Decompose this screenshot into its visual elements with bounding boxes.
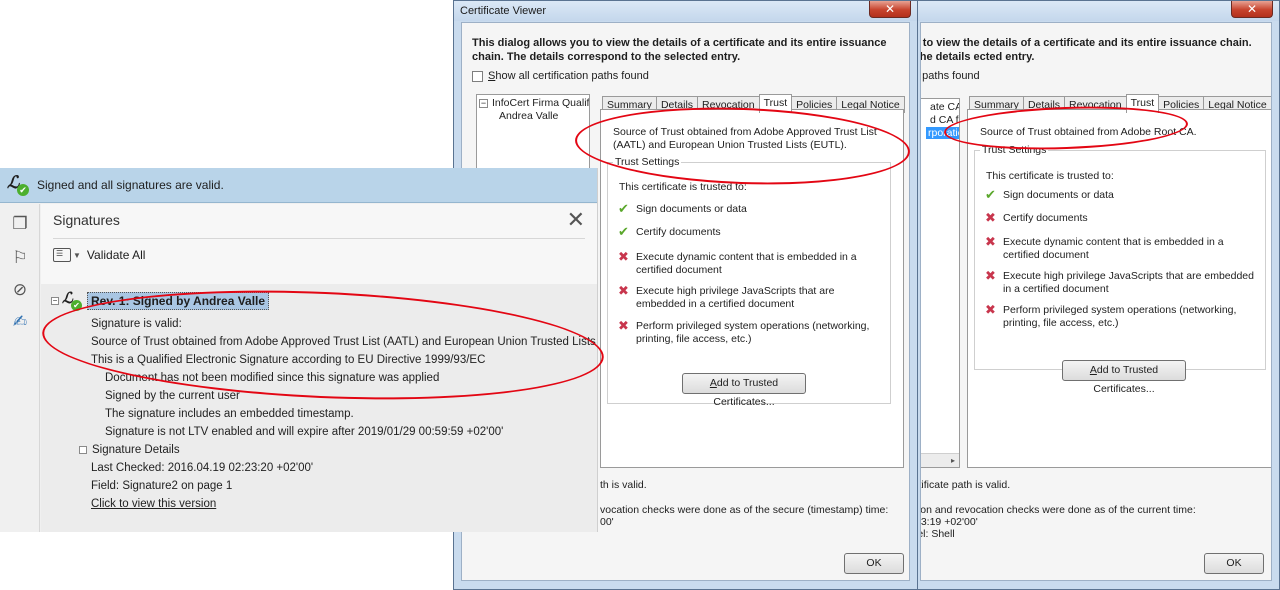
cross-icon: ✖ [985, 268, 996, 283]
signature-detail-line: Signed by the current user [105, 390, 240, 402]
trust-settings-label: Trust Settings [613, 156, 682, 168]
signature-panel-icon[interactable]: ✍ [10, 312, 30, 332]
signature-field: Field: Signature2 on page 1 [91, 480, 233, 492]
validate-all-label: Validate All [86, 248, 146, 262]
collapse-icon[interactable]: − [51, 297, 59, 305]
last-checked: Last Checked: 2016.04.19 02:23:20 +02'00… [91, 462, 314, 474]
bookmark-icon[interactable]: ⚐ [10, 248, 30, 268]
tree-node-selected[interactable]: rporatio [926, 127, 959, 139]
tree-scrollbar[interactable]: ▸ [921, 453, 959, 467]
revocation-time: 00' [600, 516, 614, 528]
signatures-pane: ℒ ✔ Signed and all signatures are valid. … [0, 168, 598, 532]
tree-node-issuer[interactable]: −InfoCert Firma Qualificata [479, 97, 589, 109]
revocation-status: vocation checks were done as of the secu… [600, 504, 889, 516]
add-trusted-certificates-button[interactable]: Add to Trusted Certificates... [682, 373, 806, 408]
trust-tab-panel: Source of Trust obtained from Adobe Appr… [600, 109, 904, 468]
signature-detail-line: The signature includes an embedded times… [105, 408, 354, 420]
dialog-close-button[interactable]: ✕ [869, 1, 911, 18]
options-list-icon[interactable]: ☰ [53, 248, 71, 262]
signature-detail-line: Signature is valid: [91, 318, 182, 330]
view-version-link[interactable]: Click to view this version [91, 498, 216, 510]
permission-item: ✖ Execute dynamic content that is embedde… [985, 234, 1224, 261]
cross-icon: ✖ [618, 249, 629, 264]
cross-icon: ✖ [618, 318, 629, 333]
certificate-tree[interactable]: ate CA f d CA fo rporatio ▸ [921, 98, 960, 468]
signature-detail-line: This is a Qualified Electronic Signature… [91, 354, 486, 366]
label-line: lel: Shell [921, 528, 955, 540]
trust-source-text: Source of Trust obtained from Adobe Appr… [613, 126, 877, 151]
trust-settings-group: Trust Settings This certificate is trust… [974, 144, 1266, 395]
permission-item: ✔ Sign documents or data [618, 201, 747, 216]
signature-status-banner: ℒ ✔ Signed and all signatures are valid. [0, 168, 597, 203]
dialog-titlebar[interactable]: ✕ [913, 1, 1279, 21]
cross-icon: ✖ [618, 283, 629, 298]
cross-icon: ✖ [985, 302, 996, 317]
signature-detail-line: Signature is not LTV enabled and will ex… [105, 426, 504, 438]
tab-trust[interactable]: Trust [1125, 94, 1160, 113]
signature-detail-line: Source of Trust obtained from Adobe Appr… [91, 336, 597, 348]
tree-node-signer[interactable]: Andrea Valle [499, 110, 558, 122]
show-all-paths-label: Show all certification paths found [488, 70, 649, 82]
permission-item: ✖ Execute high privilege JavaScripts that… [618, 283, 835, 310]
signature-revision-row[interactable]: − ℒ ✔ Rev. 1: Signed by Andrea Valle [51, 289, 270, 311]
panel-title: Signatures [53, 212, 120, 228]
attachment-icon[interactable]: ⊘ [10, 280, 30, 300]
tree-node[interactable]: d CA fo [930, 114, 959, 126]
signatures-panel: Signatures ✕ ☰ ▼ Validate All − ℒ ✔ Rev. … [41, 204, 597, 532]
ok-button[interactable]: OK [1204, 553, 1264, 574]
path-status: rtificate path is valid. [920, 479, 1011, 491]
permission-item: ✖ Execute high privilege JavaScripts that… [985, 268, 1254, 295]
trust-tab-panel: Source of Trust obtained from Adobe Root… [967, 109, 1271, 468]
tab-trust[interactable]: Trust [758, 94, 793, 113]
trust-settings-label: Trust Settings [980, 144, 1049, 156]
check-icon: ✔ [985, 187, 996, 202]
certificate-viewer-dialog-back: ✕ u to view the details of a certificate… [912, 0, 1280, 590]
trust-settings-group: Trust Settings This certificate is trust… [607, 156, 891, 408]
permission-item: ✔ Sign documents or data [985, 187, 1114, 202]
banner-text: Signed and all signatures are valid. [37, 178, 224, 192]
close-icon[interactable]: ✕ [567, 207, 585, 233]
chevron-down-icon[interactable]: ▼ [73, 251, 81, 260]
signature-detail-line: Document has not been modified since thi… [105, 372, 440, 384]
permission-item: ✖ Perform privileged system operations (n… [985, 302, 1237, 329]
path-status: th is valid. [600, 479, 647, 491]
divider [53, 238, 585, 239]
add-trusted-certificates-button[interactable]: Add to Trusted Certificates... [1062, 360, 1186, 395]
signature-details-toggle[interactable]: Signature Details [79, 444, 180, 456]
show-all-paths-row[interactable]: n paths found [921, 70, 980, 82]
tree-node[interactable]: ate CA f [930, 101, 959, 113]
dialog-title: Certificate Viewer [460, 5, 546, 17]
cross-icon: ✖ [985, 210, 996, 225]
expand-icon[interactable] [79, 446, 87, 454]
trust-source-text: Source of Trust obtained from Adobe Root… [980, 126, 1197, 138]
page-thumbnails-icon[interactable]: ❐ [10, 214, 30, 234]
dialog-titlebar[interactable]: Certificate Viewer ✕ [454, 1, 917, 21]
cross-icon: ✖ [985, 234, 996, 249]
collapse-icon[interactable]: − [479, 98, 488, 108]
dialog-description: This dialog allows you to view the detai… [472, 37, 887, 63]
validate-all-button[interactable]: ☰ ▼ Validate All [53, 248, 145, 262]
trusted-to-label: This certificate is trusted to: [619, 181, 747, 193]
signature-list: − ℒ ✔ Rev. 1: Signed by Andrea Valle Sign… [41, 284, 597, 532]
permission-item: ✖ Certify documents [985, 210, 1088, 225]
dialog-client-area: u to view the details of a certificate a… [920, 22, 1272, 581]
permission-item: ✖ Execute dynamic content that is embedde… [618, 249, 857, 276]
trusted-to-label: This certificate is trusted to: [986, 170, 1114, 182]
permission-item: ✖ Perform privileged system operations (n… [618, 318, 870, 345]
signature-revision-label[interactable]: Rev. 1: Signed by Andrea Valle [87, 292, 270, 310]
dialog-description: u to view the details of a certificate a… [920, 37, 1252, 63]
dialog-close-button[interactable]: ✕ [1231, 1, 1273, 18]
signature-valid-icon: ℒ ✔ [61, 289, 85, 311]
ok-button[interactable]: OK [844, 553, 904, 574]
check-icon: ✔ [618, 201, 629, 216]
signature-valid-icon: ℒ ✔ [5, 173, 35, 197]
show-all-paths-checkbox[interactable] [472, 70, 483, 82]
navigation-rail: ❐ ⚐ ⊘ ✍ [0, 204, 40, 532]
scroll-right-icon[interactable]: ▸ [951, 456, 955, 465]
show-all-paths-row[interactable]: Show all certification paths found [472, 70, 649, 82]
permission-item: ✔ Certify documents [618, 224, 721, 239]
show-all-paths-label: n paths found [921, 70, 980, 82]
check-icon: ✔ [618, 224, 629, 239]
